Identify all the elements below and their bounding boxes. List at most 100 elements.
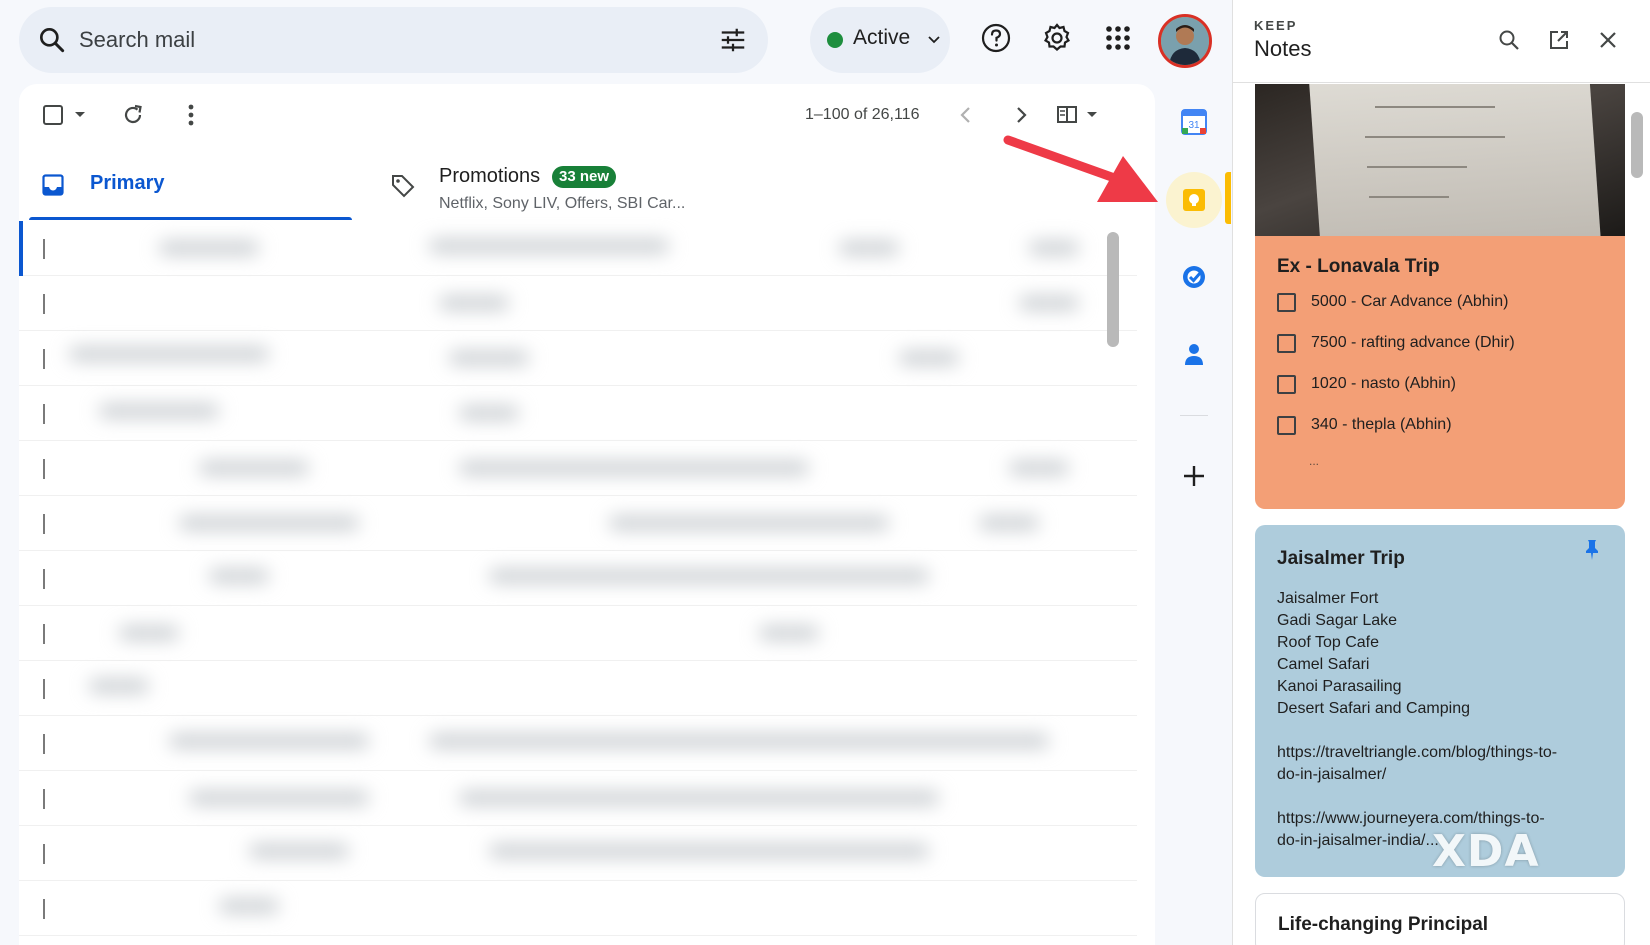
row-checkbox[interactable] xyxy=(43,404,45,424)
rail-active-indicator xyxy=(1225,172,1231,224)
note-card[interactable]: Ex - Lonavala Trip 5000 - Car Advance (A… xyxy=(1255,236,1625,509)
row-selected-indicator xyxy=(19,221,23,276)
tab-promotions-label: Promotions xyxy=(439,165,541,187)
mail-row[interactable] xyxy=(19,276,1137,331)
note-text-line: Camel Safari xyxy=(1277,656,1370,673)
row-checkbox[interactable] xyxy=(43,844,45,864)
tab-underline xyxy=(29,217,352,220)
row-checkbox[interactable] xyxy=(43,569,45,589)
plus-icon[interactable] xyxy=(1176,458,1212,494)
keep-scrollbar[interactable] xyxy=(1631,112,1643,178)
apps-icon[interactable] xyxy=(1100,20,1136,56)
checkbox-icon[interactable] xyxy=(1277,374,1296,394)
row-checkbox[interactable] xyxy=(43,239,45,259)
row-checkbox[interactable] xyxy=(43,624,45,644)
row-checkbox[interactable] xyxy=(43,679,45,699)
status-chip[interactable]: Active xyxy=(810,7,950,73)
row-checkbox[interactable] xyxy=(43,294,45,314)
pagination-label: 1–100 of 26,116 xyxy=(805,106,920,123)
row-checkbox[interactable] xyxy=(43,734,45,754)
note-text-line: Kanoi Parasailing xyxy=(1277,678,1402,695)
mail-row[interactable] xyxy=(19,496,1137,551)
refresh-icon[interactable] xyxy=(118,100,148,130)
row-checkbox[interactable] xyxy=(43,349,45,369)
note-text-line: Jaisalmer Fort xyxy=(1277,590,1379,607)
mail-row[interactable] xyxy=(19,661,1137,716)
calendar-icon[interactable]: 31 xyxy=(1176,104,1212,140)
status-label: Active xyxy=(853,26,911,49)
chevron-left-icon[interactable] xyxy=(951,100,981,130)
svg-text:31: 31 xyxy=(1188,120,1200,131)
checklist-item[interactable]: 1020 - nasto (Abhin) xyxy=(1277,372,1456,396)
mail-row[interactable] xyxy=(19,606,1137,661)
mail-row[interactable] xyxy=(19,441,1137,496)
chevron-down-icon xyxy=(927,33,941,47)
note-text-line: Gadi Sagar Lake xyxy=(1277,612,1398,629)
panel-title: Notes xyxy=(1254,36,1312,61)
annotation-arrow xyxy=(1000,130,1170,210)
note-text-line: Roof Top Cafe xyxy=(1277,634,1379,651)
checkbox-icon[interactable] xyxy=(1277,333,1296,353)
keep-panel: KEEP Notes Ex - Lonavala Trip 5000 - Car… xyxy=(1232,0,1650,945)
row-checkbox[interactable] xyxy=(43,899,45,919)
inbox-icon xyxy=(42,174,64,196)
select-all-checkbox[interactable] xyxy=(41,100,91,130)
row-checkbox[interactable] xyxy=(43,789,45,809)
tab-promotions-snippet: Netflix, Sony LIV, Offers, SBI Car... xyxy=(439,195,686,212)
note-card[interactable]: Life-changing Principal xyxy=(1255,893,1625,945)
search-icon[interactable] xyxy=(36,24,68,56)
note-title: Jaisalmer Trip xyxy=(1277,548,1405,569)
row-checkbox[interactable] xyxy=(43,514,45,534)
checklist-item[interactable]: 5000 - Car Advance (Abhin) xyxy=(1277,290,1508,314)
mail-panel: 1–100 of 26,116 Primary Promotions 33 ne… xyxy=(19,84,1155,945)
checkbox-icon[interactable] xyxy=(1277,415,1296,435)
gear-icon[interactable] xyxy=(1039,20,1075,56)
chevron-right-icon[interactable] xyxy=(1006,100,1036,130)
open-new-window-icon[interactable] xyxy=(1543,24,1575,56)
mail-row[interactable] xyxy=(19,386,1137,441)
note-link[interactable]: do-in-jaisalmer-india/... xyxy=(1277,832,1439,850)
row-checkbox[interactable] xyxy=(43,459,45,479)
tag-icon xyxy=(390,173,416,199)
note-link[interactable]: https://traveltriangle.com/blog/things-t… xyxy=(1277,744,1557,762)
more-items-indicator: ... xyxy=(1309,454,1320,468)
note-text-line: Desert Safari and Camping xyxy=(1277,700,1470,717)
search-input[interactable] xyxy=(79,22,679,58)
tab-primary-label: Primary xyxy=(90,172,165,194)
header-divider xyxy=(1233,82,1650,83)
more-vert-icon[interactable] xyxy=(176,100,206,130)
close-icon[interactable] xyxy=(1592,24,1624,56)
new-count-badge: 33 new xyxy=(552,166,617,188)
checkbox-icon[interactable] xyxy=(1277,292,1296,312)
search-bar[interactable] xyxy=(19,7,768,73)
pin-icon[interactable] xyxy=(1583,539,1601,561)
app-label: KEEP xyxy=(1254,18,1298,33)
status-dot xyxy=(827,32,843,48)
watermark-logo: XDA xyxy=(1432,826,1540,877)
note-card[interactable]: Jaisalmer Trip Jaisalmer Fort Gadi Sagar… xyxy=(1255,525,1625,877)
avatar[interactable] xyxy=(1158,14,1212,68)
split-view-icon[interactable] xyxy=(1055,100,1105,130)
search-icon[interactable] xyxy=(1493,24,1525,56)
rail-divider xyxy=(1180,415,1208,416)
note-image[interactable] xyxy=(1255,84,1625,236)
filter-icon[interactable] xyxy=(718,25,748,55)
tasks-icon[interactable] xyxy=(1176,259,1212,295)
mail-row[interactable] xyxy=(19,551,1137,606)
mail-row[interactable] xyxy=(19,716,1137,771)
mail-row[interactable] xyxy=(19,771,1137,826)
mail-row[interactable] xyxy=(19,331,1137,386)
note-title: Ex - Lonavala Trip xyxy=(1277,256,1440,277)
mail-row[interactable] xyxy=(19,221,1137,276)
mail-scrollbar[interactable] xyxy=(1107,232,1119,347)
contacts-icon[interactable] xyxy=(1176,336,1212,372)
help-icon[interactable] xyxy=(978,20,1014,56)
note-title: Life-changing Principal xyxy=(1278,914,1489,935)
mail-row[interactable] xyxy=(19,881,1137,936)
mail-row[interactable] xyxy=(19,826,1137,881)
tab-primary[interactable]: Primary xyxy=(19,150,352,220)
checklist-item[interactable]: 7500 - rafting advance (Dhir) xyxy=(1277,331,1515,355)
note-link[interactable]: do-in-jaisalmer/ xyxy=(1277,766,1386,784)
checklist-item[interactable]: 340 - thepla (Abhin) xyxy=(1277,413,1452,437)
keep-icon[interactable] xyxy=(1176,182,1212,218)
